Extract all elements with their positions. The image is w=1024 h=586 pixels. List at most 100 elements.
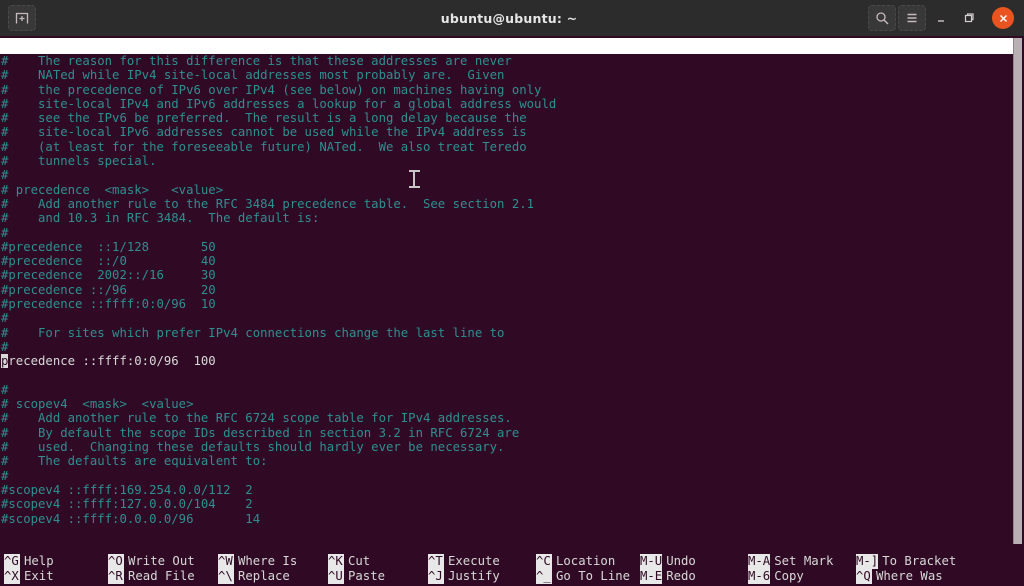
shortcut-item[interactable]: ^CLocation — [536, 554, 615, 569]
shortcut-item[interactable]: ^GHelp — [4, 554, 54, 569]
editor-line: # (at least for the foreseeable future) … — [0, 140, 1008, 154]
shortcut-label: Cut — [344, 554, 370, 569]
shortcut-item[interactable]: M-UUndo — [640, 554, 696, 569]
editor-line: # For sites which prefer IPv4 connection… — [0, 326, 1008, 340]
shortcut-key: ^U — [328, 569, 344, 584]
editor-line: #precedence ::/0 40 — [0, 254, 1008, 268]
shortcut-key: ^_ — [536, 569, 552, 584]
shortcut-key: ^W — [218, 554, 234, 569]
vertical-scrollbar[interactable] — [1013, 38, 1022, 544]
shortcut-item[interactable]: ^UPaste — [328, 569, 385, 584]
editor-line: # and 10.3 in RFC 3484. The default is: — [0, 211, 1008, 225]
window-titlebar: ubuntu@ubuntu: ~ — [0, 0, 1024, 36]
shortcut-item[interactable]: ^RRead File — [108, 569, 195, 584]
nano-shortcut-bar: ^GHelp ^OWrite Out ^WWhere Is ^KCut ^TExecut… — [0, 552, 1024, 586]
shortcut-label: Write Out — [124, 554, 195, 569]
shortcut-label: Where Was — [872, 569, 943, 584]
editor-line: #precedence 2002::/16 30 — [0, 268, 1008, 282]
shortcut-label: Go To Line — [552, 569, 630, 584]
shortcut-key: ^O — [108, 554, 124, 569]
editor-line: #scopev4 ::ffff:169.254.0.0/112 2 — [0, 483, 1008, 497]
shortcut-item[interactable]: M-ASet Mark — [748, 554, 833, 569]
editor-line: precedence ::ffff:0:0/96 100 — [0, 354, 1008, 368]
search-icon[interactable] — [868, 5, 896, 31]
editor-line: #scopev4 ::ffff:0.0.0.0/96 14 — [0, 512, 1008, 526]
editor-line: # Add another rule to the RFC 6724 scope… — [0, 411, 1008, 425]
shortcut-label: Undo — [662, 554, 696, 569]
shortcut-label: Replace — [234, 569, 290, 584]
hamburger-menu-icon[interactable] — [898, 5, 926, 31]
editor-line: # — [0, 311, 1008, 325]
editor-line: # scopev4 <mask> <value> — [0, 397, 1008, 411]
shortcut-label: Paste — [344, 569, 385, 584]
shortcut-key: ^C — [536, 554, 552, 569]
editor-line: # precedence <mask> <value> — [0, 183, 1008, 197]
editor-line: # — [0, 340, 1008, 354]
shortcut-label: Justify — [444, 569, 500, 584]
shortcut-item[interactable]: M-]To Bracket — [856, 554, 956, 569]
shortcut-item[interactable]: ^TExecute — [428, 554, 500, 569]
shortcut-key: M-U — [640, 554, 662, 569]
shortcut-label: Where Is — [234, 554, 297, 569]
editor-line: # used. Changing these defaults should h… — [0, 440, 1008, 454]
shortcut-item[interactable]: ^QWhere Was — [856, 569, 943, 584]
minimize-icon[interactable] — [928, 5, 954, 31]
shortcut-label: Read File — [124, 569, 195, 584]
shortcut-key: M-A — [748, 554, 770, 569]
editor-line: #precedence ::1/128 50 — [0, 240, 1008, 254]
editor-line: # tunnels special. — [0, 154, 1008, 168]
shortcut-key: ^K — [328, 554, 344, 569]
shortcut-item[interactable]: ^OWrite Out — [108, 554, 195, 569]
editor-line: # — [0, 383, 1008, 397]
shortcut-item[interactable]: ^KCut — [328, 554, 370, 569]
titlebar-right-controls — [868, 5, 1024, 31]
shortcut-label: Help — [20, 554, 54, 569]
shortcut-item[interactable]: M-ERedo — [640, 569, 696, 584]
text-cursor: p — [1, 354, 8, 368]
shortcut-key: ^J — [428, 569, 444, 584]
shortcut-key: M-E — [640, 569, 662, 584]
shortcut-item[interactable]: ^_Go To Line — [536, 569, 630, 584]
editor-line: # By default the scope IDs described in … — [0, 426, 1008, 440]
shortcut-key: ^T — [428, 554, 444, 569]
mouse-ibeam-cursor — [409, 170, 420, 188]
shortcut-label: Location — [552, 554, 615, 569]
editor-line: #precedence ::ffff:0:0/96 10 — [0, 297, 1008, 311]
nano-header-bar: GNU nano 5.2 /etc/gai.conf Modified — [0, 38, 1016, 54]
shortcut-item[interactable]: M-6Copy — [748, 569, 804, 584]
shortcut-label: Set Mark — [770, 554, 833, 569]
shortcut-item[interactable]: ^\Replace — [218, 569, 290, 584]
editor-line: # — [0, 469, 1008, 483]
shortcut-row-top: ^GHelp ^OWrite Out ^WWhere Is ^KCut ^TExecut… — [0, 554, 1024, 569]
shortcut-key: ^G — [4, 554, 20, 569]
shortcut-key: ^R — [108, 569, 124, 584]
editor-line: # — [0, 226, 1008, 240]
maximize-icon[interactable] — [956, 5, 982, 31]
editor-line: # the precedence of IPv6 over IPv4 (see … — [0, 83, 1008, 97]
editor-line: # see the IPv6 be preferred. The result … — [0, 111, 1008, 125]
titlebar-left-controls — [0, 5, 150, 31]
editor-text-area[interactable]: # The reason for this difference is that… — [0, 54, 1008, 544]
shortcut-label: Copy — [770, 569, 804, 584]
shortcut-key: M-] — [856, 554, 878, 569]
shortcut-item[interactable]: ^XExit — [4, 569, 54, 584]
shortcut-item[interactable]: ^JJustify — [428, 569, 500, 584]
editor-line: # Add another rule to the RFC 3484 prece… — [0, 197, 1008, 211]
window-title: ubuntu@ubuntu: ~ — [150, 11, 868, 26]
editor-line: # — [0, 168, 1008, 182]
editor-line: # site-local IPv6 addresses cannot be us… — [0, 125, 1008, 139]
editor-line: # NATed while IPv4 site-local addresses … — [0, 68, 1008, 82]
shortcut-key: ^Q — [856, 569, 872, 584]
shortcut-label: To Bracket — [878, 554, 956, 569]
shortcut-key: ^\ — [218, 569, 234, 584]
new-tab-icon[interactable] — [8, 5, 36, 31]
shortcut-key: ^X — [4, 569, 20, 584]
shortcut-label: Redo — [662, 569, 696, 584]
close-icon[interactable] — [992, 7, 1014, 29]
editor-line: # The defaults are equivalent to: — [0, 454, 1008, 468]
terminal-window: ubuntu@ubuntu: ~ — [0, 0, 1024, 586]
shortcut-item[interactable]: ^WWhere Is — [218, 554, 297, 569]
editor-line: # site-local IPv4 and IPv6 addresses a l… — [0, 97, 1008, 111]
shortcut-key: M-6 — [748, 569, 770, 584]
shortcut-label: Exit — [20, 569, 54, 584]
